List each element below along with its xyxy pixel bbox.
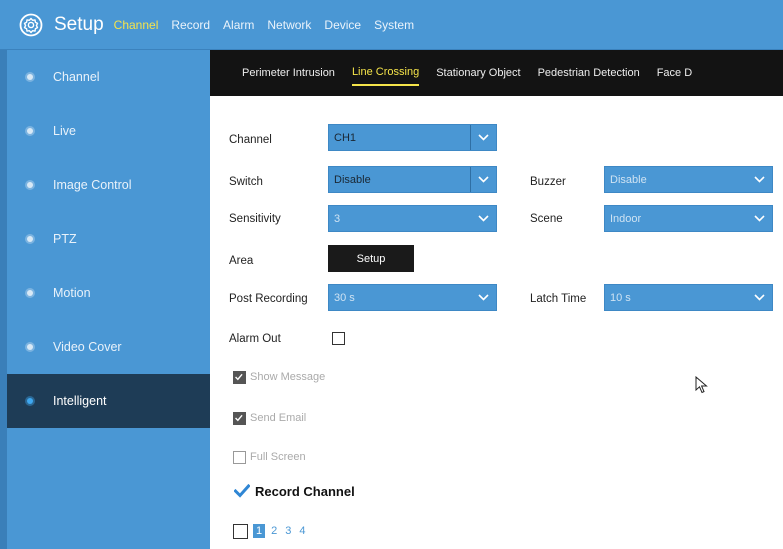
record-all-channels-checkbox[interactable]: [233, 524, 248, 539]
settings-panel: Channel CH1 Switch Disable Buzzer Disabl…: [210, 96, 783, 549]
send-email-checkbox[interactable]: [233, 412, 246, 425]
sidebar-item-image-control[interactable]: Image Control: [7, 158, 210, 212]
latch-time-select[interactable]: 10 s: [604, 284, 773, 311]
scene-value: Indoor: [610, 212, 642, 225]
tab-perimeter-intrusion[interactable]: Perimeter Intrusion: [242, 61, 335, 85]
top-menu: Channel Record Alarm Network Device Syst…: [114, 18, 427, 32]
buzzer-select[interactable]: Disable: [604, 166, 773, 193]
post-recording-label: Post Recording: [229, 293, 308, 305]
alarm-out-label: Alarm Out: [229, 333, 281, 345]
full-screen-label: Full Screen: [250, 451, 306, 463]
record-channel-label: Record Channel: [255, 484, 355, 499]
area-label: Area: [229, 255, 254, 267]
menu-alarm[interactable]: Alarm: [223, 18, 254, 32]
menu-record[interactable]: Record: [171, 18, 210, 32]
sidebar-item-label: Channel: [53, 70, 100, 84]
area-setup-button[interactable]: Setup: [328, 245, 414, 272]
chevron-down-icon: [470, 285, 496, 310]
bullet-icon: [27, 128, 33, 134]
sidebar-item-label: Video Cover: [53, 340, 122, 354]
gear-icon: [19, 13, 43, 36]
send-email-label: Send Email: [250, 412, 307, 424]
record-channel-3[interactable]: 3: [285, 525, 291, 537]
sidebar-item-label: Motion: [53, 286, 91, 300]
sidebar-item-intelligent[interactable]: Intelligent: [7, 374, 210, 428]
page-title: Setup: [54, 13, 104, 35]
menu-network[interactable]: Network: [267, 18, 311, 32]
chevron-down-icon: [746, 167, 772, 192]
chevron-down-icon: [470, 206, 496, 231]
scene-label: Scene: [530, 213, 563, 225]
sidebar-item-ptz[interactable]: PTZ: [7, 212, 210, 266]
sidebar-item-motion[interactable]: Motion: [7, 266, 210, 320]
post-recording-value: 30 s: [334, 291, 355, 304]
sidebar-item-channel[interactable]: Channel: [7, 50, 210, 104]
sidebar-item-label: PTZ: [53, 232, 77, 246]
switch-select[interactable]: Disable: [328, 166, 497, 193]
record-channel-2[interactable]: 2: [271, 525, 277, 537]
sidebar: Channel Live Image Control PTZ Motion Vi…: [0, 50, 210, 549]
tab-pedestrian-detection[interactable]: Pedestrian Detection: [538, 61, 640, 85]
show-message-checkbox[interactable]: [233, 371, 246, 384]
sensitivity-label: Sensitivity: [229, 213, 281, 225]
tab-face-detection[interactable]: Face D: [657, 61, 692, 85]
switch-label: Switch: [229, 176, 263, 188]
chevron-down-icon: [746, 285, 772, 310]
bullet-icon: [27, 74, 33, 80]
sensitivity-value: 3: [334, 212, 341, 225]
checkmark-icon: [235, 373, 243, 381]
top-bar: Setup Channel Record Alarm Network Devic…: [0, 0, 783, 50]
sidebar-item-label: Intelligent: [53, 394, 107, 408]
sidebar-item-label: Image Control: [53, 178, 132, 192]
sensitivity-select[interactable]: 3: [328, 205, 497, 232]
bullet-icon: [27, 182, 33, 188]
full-screen-checkbox[interactable]: [233, 451, 246, 464]
record-channel-checkbox[interactable]: [234, 484, 250, 498]
menu-channel[interactable]: Channel: [114, 18, 159, 32]
sidebar-item-video-cover[interactable]: Video Cover: [7, 320, 210, 374]
record-channel-1[interactable]: 1: [253, 524, 266, 538]
mouse-cursor-icon: [695, 376, 708, 394]
alarm-out-checkbox[interactable]: [332, 332, 345, 345]
tab-stationary-object[interactable]: Stationary Object: [436, 61, 520, 85]
channel-value: CH1: [334, 131, 357, 144]
bullet-icon: [27, 236, 33, 242]
sidebar-item-live[interactable]: Live: [7, 104, 210, 158]
latch-time-value: 10 s: [610, 291, 631, 304]
sidebar-item-label: Live: [53, 124, 76, 138]
record-channel-4[interactable]: 4: [299, 525, 305, 537]
latch-time-label: Latch Time: [530, 293, 587, 305]
chevron-down-icon: [470, 167, 496, 192]
menu-device[interactable]: Device: [324, 18, 361, 32]
chevron-down-icon: [470, 125, 496, 150]
checkmark-icon: [235, 414, 243, 422]
chevron-down-icon: [746, 206, 772, 231]
show-message-label: Show Message: [250, 371, 326, 383]
post-recording-select[interactable]: 30 s: [328, 284, 497, 311]
bullet-icon: [27, 398, 33, 404]
channel-label: Channel: [229, 134, 272, 146]
buzzer-label: Buzzer: [530, 176, 566, 188]
buzzer-value: Disable: [610, 173, 647, 186]
tab-line-crossing[interactable]: Line Crossing: [351, 60, 420, 86]
menu-system[interactable]: System: [374, 18, 414, 32]
bullet-icon: [27, 290, 33, 296]
record-channel-list: 1 2 3 4: [253, 524, 314, 538]
channel-select[interactable]: CH1: [328, 124, 497, 151]
tab-bar: Perimeter Intrusion Line Crossing Statio…: [210, 50, 783, 96]
switch-value: Disable: [334, 173, 371, 186]
bullet-icon: [27, 344, 33, 350]
scene-select[interactable]: Indoor: [604, 205, 773, 232]
